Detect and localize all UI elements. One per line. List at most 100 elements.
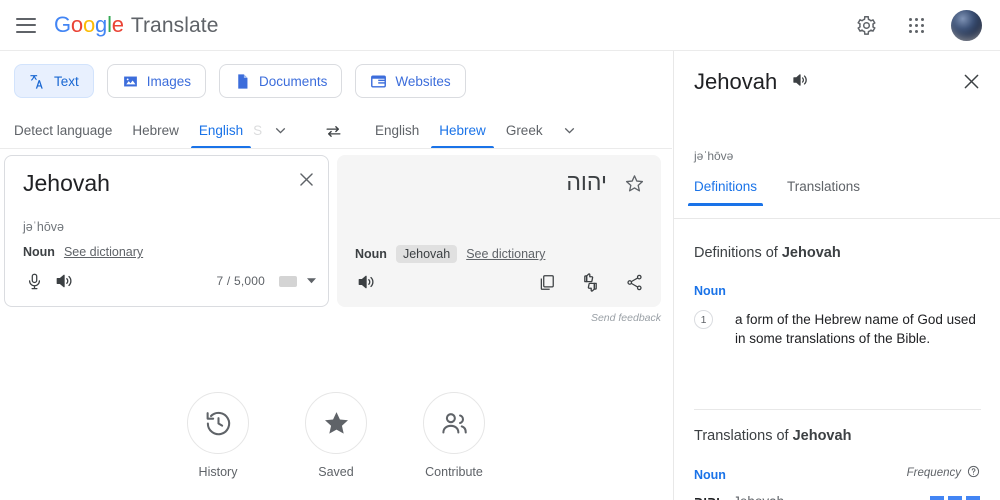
- translations-heading-prefix: Translations of: [694, 428, 793, 444]
- help-circle-icon[interactable]: [967, 465, 980, 481]
- apps-grid-icon[interactable]: [901, 10, 931, 40]
- target-pos-label: Noun: [355, 247, 387, 261]
- sidebar-phonetic: jəˈhōvə: [694, 149, 734, 163]
- definitions-heading-word: Jehovah: [781, 245, 841, 261]
- account-avatar[interactable]: [951, 9, 982, 41]
- definition-item: 1 a form of the Hebrew name of God used …: [694, 310, 979, 348]
- definitions-heading: Definitions of Jehovah: [694, 245, 841, 261]
- chevron-down-icon-target[interactable]: [553, 112, 587, 149]
- google-wordmark: Google: [54, 12, 124, 37]
- source-detect-language[interactable]: Detect language: [4, 112, 122, 149]
- sidebar-section-divider: [694, 409, 981, 410]
- history-clock-icon: [187, 392, 249, 454]
- mode-tab-bar: Text Images Documents Websites: [14, 64, 466, 98]
- source-text-panel[interactable]: Jehovah jəˈhōvə Noun See dictionary 7 / …: [4, 155, 329, 307]
- target-language-group: English Hebrew Greek: [365, 112, 587, 149]
- sidebar-tab-definitions[interactable]: Definitions: [687, 179, 764, 206]
- speaker-icon-target[interactable]: [351, 267, 381, 297]
- definitions-pos: Noun: [694, 284, 726, 298]
- target-language-hebrew[interactable]: Hebrew: [429, 112, 496, 149]
- source-see-dictionary-link[interactable]: See dictionary: [64, 245, 143, 259]
- chevron-down-icon[interactable]: [263, 112, 297, 149]
- target-language-english[interactable]: English: [365, 112, 429, 149]
- definition-text: a form of the Hebrew name of God used in…: [735, 312, 976, 346]
- tab-images[interactable]: Images: [106, 64, 207, 98]
- caret-down-icon[interactable]: [307, 272, 316, 290]
- quick-action-saved-label: Saved: [318, 465, 354, 479]
- sidebar-tabs-divider: [674, 218, 1000, 219]
- source-phonetic: jəˈhōvə: [23, 220, 64, 234]
- thumbs-up-down-icon[interactable]: [575, 267, 605, 297]
- frequency-label-group: Frequency: [907, 465, 980, 481]
- quick-action-contribute-label: Contribute: [425, 465, 483, 479]
- send-feedback-link[interactable]: Send feedback: [337, 312, 661, 324]
- product-name: Translate: [130, 14, 219, 37]
- app-header: Google Translate: [0, 0, 1000, 51]
- quick-actions: History Saved Contribute: [0, 392, 672, 479]
- tab-text[interactable]: Text: [14, 64, 94, 98]
- tab-websites-label: Websites: [395, 73, 451, 89]
- target-pos-chip[interactable]: Jehovah: [395, 245, 458, 263]
- translations-pos: Noun: [694, 468, 726, 482]
- sidebar-title-row: Jehovah: [694, 69, 809, 95]
- image-icon: [123, 76, 137, 86]
- language-bar: Detect language Hebrew English S English…: [0, 112, 672, 149]
- target-actions: [531, 267, 649, 297]
- star-filled-icon: [305, 392, 367, 454]
- close-icon-sidebar[interactable]: [961, 71, 982, 97]
- quick-action-history[interactable]: History: [187, 392, 249, 479]
- speaker-icon-sidebar[interactable]: [791, 71, 809, 94]
- close-icon[interactable]: [297, 170, 316, 194]
- target-pos-row: Noun Jehovah See dictionary: [355, 245, 545, 263]
- language-bar-divider: [0, 148, 672, 149]
- translations-heading: Translations of Jehovah: [694, 428, 851, 444]
- quick-action-history-label: History: [198, 465, 238, 479]
- speaker-icon[interactable]: [49, 266, 79, 296]
- target-text-panel[interactable]: יהוה Noun Jehovah See dictionary: [337, 155, 661, 307]
- translation-term: יהוה: [694, 494, 720, 500]
- sidebar-title: Jehovah: [694, 69, 778, 94]
- source-text[interactable]: Jehovah: [23, 170, 110, 197]
- sidebar-tab-translations[interactable]: Translations: [787, 179, 860, 206]
- quick-action-saved[interactable]: Saved: [305, 392, 367, 479]
- brand-logo[interactable]: Google Translate: [54, 12, 218, 38]
- definition-number: 1: [694, 310, 713, 329]
- source-language-truncated[interactable]: S: [253, 112, 263, 149]
- frequency-label: Frequency: [906, 467, 961, 479]
- frequency-bars: [930, 496, 980, 500]
- target-language-greek[interactable]: Greek: [496, 112, 553, 149]
- source-pos-row: Noun See dictionary: [23, 245, 143, 259]
- website-icon: [371, 74, 387, 88]
- character-counter: 7 / 5,000: [216, 274, 265, 288]
- gear-icon[interactable]: [851, 10, 881, 40]
- translate-text-icon: [30, 74, 43, 89]
- tab-images-label: Images: [146, 73, 192, 89]
- google-translate-page: Google Translate Text Images Documents W…: [0, 0, 1000, 500]
- source-language-english[interactable]: English: [189, 112, 253, 149]
- swap-languages-icon[interactable]: [318, 116, 348, 146]
- tab-text-label: Text: [54, 73, 79, 89]
- copy-icon[interactable]: [531, 267, 561, 297]
- tab-documents[interactable]: Documents: [219, 64, 343, 98]
- star-outline-icon[interactable]: [624, 173, 645, 199]
- tab-documents-label: Documents: [259, 73, 328, 89]
- target-see-dictionary-link[interactable]: See dictionary: [466, 247, 545, 261]
- share-icon[interactable]: [619, 267, 649, 297]
- keyboard-icon[interactable]: [279, 275, 297, 287]
- quick-action-contribute[interactable]: Contribute: [423, 392, 485, 479]
- people-icon: [423, 392, 485, 454]
- microphone-icon[interactable]: [19, 266, 49, 296]
- translated-text: יהוה: [566, 169, 607, 195]
- source-panel-footer: 7 / 5,000: [19, 266, 316, 296]
- hamburger-icon[interactable]: [16, 17, 36, 33]
- document-icon: [238, 73, 248, 89]
- translation-gloss: Jehovah: [733, 494, 784, 500]
- tab-websites[interactable]: Websites: [355, 64, 466, 98]
- header-actions: [851, 9, 982, 41]
- source-language-hebrew[interactable]: Hebrew: [122, 112, 189, 149]
- definitions-heading-prefix: Definitions of: [694, 245, 782, 261]
- sidebar-tabs: Definitions Translations: [687, 179, 860, 206]
- target-panel-footer: [351, 267, 649, 297]
- translations-heading-word: Jehovah: [792, 428, 852, 444]
- source-pos-label: Noun: [23, 245, 55, 259]
